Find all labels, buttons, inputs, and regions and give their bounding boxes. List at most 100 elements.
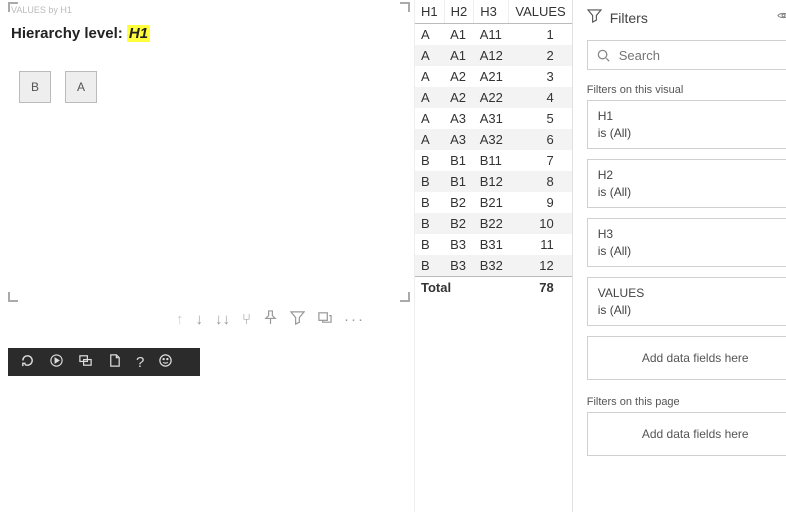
- table-row[interactable]: BB3B3111: [415, 234, 572, 255]
- more-options-icon[interactable]: ···: [344, 311, 365, 328]
- filter-name: H3: [598, 227, 786, 241]
- table-cell: A: [415, 45, 444, 66]
- play-icon[interactable]: [49, 353, 64, 372]
- table-cell: B32: [474, 255, 509, 277]
- table-cell: 1: [509, 24, 572, 46]
- new-page-icon[interactable]: [107, 353, 122, 372]
- table-cell: A1: [444, 45, 474, 66]
- table-row[interactable]: BB2B219: [415, 192, 572, 213]
- table-cell: 7: [509, 150, 572, 171]
- table-cell: B3: [444, 255, 474, 277]
- table-cell: A11: [474, 24, 509, 46]
- filter-search[interactable]: [587, 40, 786, 70]
- add-visual-filter-dropzone[interactable]: Add data fields here: [587, 336, 786, 380]
- hierarchy-value: H1: [127, 25, 150, 42]
- table-cell: 3: [509, 66, 572, 87]
- filter-card[interactable]: VALUESis (All): [587, 277, 786, 326]
- table-cell: B12: [474, 171, 509, 192]
- table-cell: 2: [509, 45, 572, 66]
- table-cell: B: [415, 192, 444, 213]
- table-row[interactable]: AA1A122: [415, 45, 572, 66]
- filter-name: H2: [598, 168, 786, 182]
- total-label: Total: [415, 277, 509, 299]
- add-page-filter-dropzone[interactable]: Add data fields here: [587, 412, 786, 456]
- table-row[interactable]: AA3A315: [415, 108, 572, 129]
- filter-card[interactable]: H3is (All): [587, 218, 786, 267]
- copy-screens-icon[interactable]: [78, 353, 93, 372]
- expand-hierarchy-icon[interactable]: ⑂: [242, 311, 251, 328]
- selection-handle-tr[interactable]: [400, 2, 410, 12]
- selection-handle-tl[interactable]: [8, 2, 18, 12]
- col-h1[interactable]: H1: [415, 0, 444, 24]
- table-row[interactable]: AA2A213: [415, 66, 572, 87]
- bottom-toolbar: ?: [8, 348, 200, 376]
- filter-name: H1: [598, 109, 786, 123]
- table-cell: B: [415, 171, 444, 192]
- table-row[interactable]: AA3A326: [415, 129, 572, 150]
- table-row[interactable]: BB1B128: [415, 171, 572, 192]
- drill-down-icon[interactable]: ↓: [196, 311, 204, 328]
- filter-search-input[interactable]: [619, 48, 786, 63]
- table-cell: 12: [509, 255, 572, 277]
- feedback-smile-icon[interactable]: [158, 353, 173, 372]
- filter-card[interactable]: H2is (All): [587, 159, 786, 208]
- table-cell: 8: [509, 171, 572, 192]
- table-row[interactable]: AA1A111: [415, 24, 572, 46]
- table-cell: B21: [474, 192, 509, 213]
- table-cell: 11: [509, 234, 572, 255]
- table-cell: A21: [474, 66, 509, 87]
- table-cell: 5: [509, 108, 572, 129]
- filters-pane-icon: [587, 8, 602, 28]
- focus-mode-icon[interactable]: [317, 310, 332, 329]
- table-row[interactable]: BB1B117: [415, 150, 572, 171]
- section-visual-title: Filters on this visual: [587, 84, 684, 96]
- visual-button-a[interactable]: A: [65, 71, 97, 103]
- filter-card[interactable]: H1is (All): [587, 100, 786, 149]
- data-table: H1 H2 H3 VALUES AA1A111AA1A122AA2A213AA2…: [415, 0, 572, 298]
- drill-up-icon[interactable]: ↑: [176, 311, 184, 328]
- col-h3[interactable]: H3: [474, 0, 509, 24]
- table-cell: A2: [444, 66, 474, 87]
- table-cell: A3: [444, 129, 474, 150]
- table-cell: A22: [474, 87, 509, 108]
- total-value: 78: [509, 277, 572, 299]
- filter-icon[interactable]: [290, 310, 305, 329]
- table-cell: A2: [444, 87, 474, 108]
- col-values[interactable]: VALUES: [509, 0, 572, 24]
- table-cell: A31: [474, 108, 509, 129]
- table-cell: B2: [444, 213, 474, 234]
- table-cell: B: [415, 255, 444, 277]
- visual-title: VALUES by H1: [9, 3, 409, 15]
- visual-button-b[interactable]: B: [19, 71, 51, 103]
- help-icon[interactable]: ?: [136, 354, 144, 371]
- table-cell: B: [415, 150, 444, 171]
- table-cell: B31: [474, 234, 509, 255]
- selection-handle-bl[interactable]: [8, 292, 18, 302]
- refresh-icon[interactable]: [20, 353, 35, 372]
- filters-pane-title: Filters: [610, 10, 648, 26]
- table-cell: 10: [509, 213, 572, 234]
- search-icon: [596, 48, 611, 63]
- table-cell: 6: [509, 129, 572, 150]
- selection-handle-br[interactable]: [400, 292, 410, 302]
- table-cell: B11: [474, 150, 509, 171]
- visual-card[interactable]: VALUES by H1 Hierarchy level: H1 B A: [8, 2, 410, 302]
- section-page-title: Filters on this page: [587, 396, 680, 408]
- filter-summary: is (All): [598, 303, 786, 317]
- show-pane-icon[interactable]: [776, 8, 786, 28]
- table-cell: 4: [509, 87, 572, 108]
- table-cell: A: [415, 66, 444, 87]
- table-row[interactable]: BB3B3212: [415, 255, 572, 277]
- table-row[interactable]: BB2B2210: [415, 213, 572, 234]
- table-cell: A3: [444, 108, 474, 129]
- col-h2[interactable]: H2: [444, 0, 474, 24]
- pin-icon[interactable]: [263, 310, 278, 329]
- table-cell: A1: [444, 24, 474, 46]
- table-row[interactable]: AA2A224: [415, 87, 572, 108]
- table-cell: B: [415, 213, 444, 234]
- table-cell: B3: [444, 234, 474, 255]
- expand-all-icon[interactable]: ↓↓: [215, 311, 230, 328]
- table-cell: B: [415, 234, 444, 255]
- table-cell: A: [415, 87, 444, 108]
- table-cell: B22: [474, 213, 509, 234]
